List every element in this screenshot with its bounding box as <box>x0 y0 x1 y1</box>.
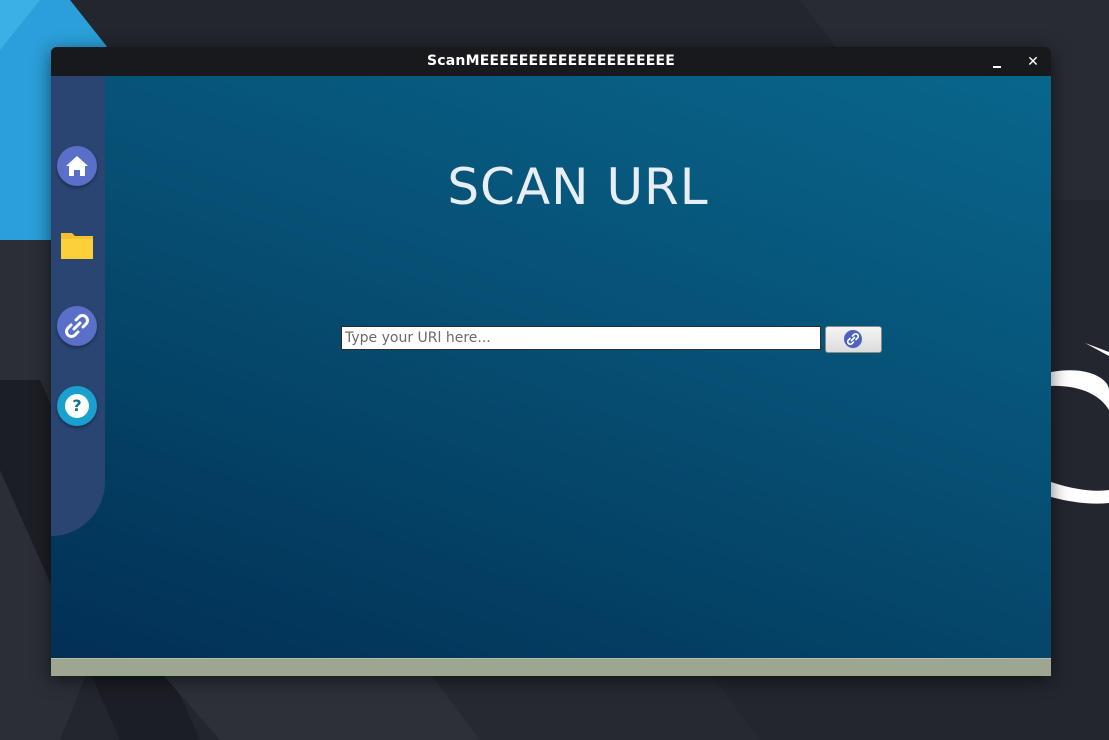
folder-icon <box>61 233 93 259</box>
close-button[interactable]: ✕ <box>1022 51 1044 73</box>
sidebar-item-help[interactable]: ? <box>57 386 97 426</box>
minimize-button[interactable] <box>986 51 1008 73</box>
app-window: ScanMEEEEEEEEEEEEEEEEEEEE ✕ ? SCAN URL T… <box>51 47 1051 676</box>
page-title: SCAN URL <box>447 158 709 216</box>
sidebar: ? <box>51 76 105 536</box>
desktop-background: ScanMEEEEEEEEEEEEEEEEEEEE ✕ ? SCAN URL T… <box>0 0 1109 740</box>
status-bar <box>51 658 1051 676</box>
home-icon <box>66 156 88 176</box>
window-title: ScanMEEEEEEEEEEEEEEEEEEEE <box>427 53 675 69</box>
main-content: ? SCAN URL <box>51 76 1051 658</box>
close-icon: ✕ <box>1027 54 1039 70</box>
help-icon: ? <box>65 394 89 418</box>
link-icon <box>65 314 89 338</box>
sidebar-item-scan-url[interactable] <box>57 306 97 346</box>
sidebar-item-home[interactable] <box>57 146 97 186</box>
minimize-icon <box>993 66 1001 68</box>
scan-url-button[interactable] <box>825 326 882 353</box>
sidebar-item-files[interactable] <box>57 226 97 266</box>
url-input[interactable] <box>341 326 821 350</box>
link-icon <box>844 330 862 348</box>
title-bar[interactable]: ScanMEEEEEEEEEEEEEEEEEEEE ✕ <box>51 47 1051 76</box>
